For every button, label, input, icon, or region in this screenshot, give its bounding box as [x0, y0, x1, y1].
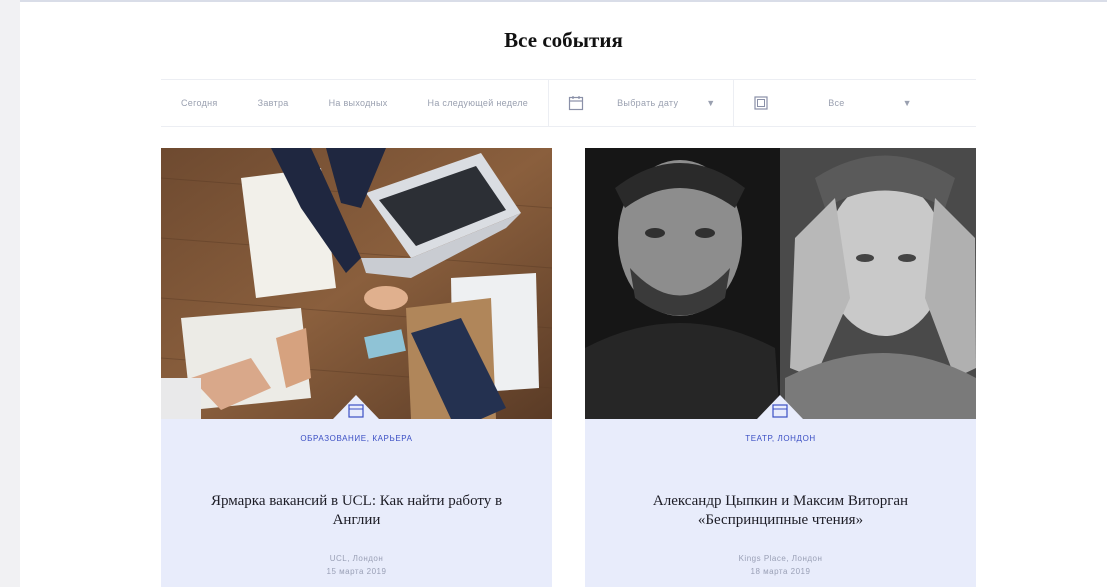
category-select[interactable]: Все ▼ — [734, 80, 929, 126]
page-title: Все события — [504, 28, 623, 52]
filter-weekend[interactable]: На выходных — [309, 98, 408, 108]
page: Все события Сегодня Завтра На выходных Н… — [20, 0, 1107, 587]
calendar-icon — [757, 395, 803, 419]
top-divider — [20, 0, 1107, 2]
event-category: Образование, Карьера — [300, 434, 413, 443]
event-location: Kings Place, Лондон — [738, 554, 823, 563]
filter-bar: Сегодня Завтра На выходных На следующей … — [161, 79, 976, 127]
calendar-icon — [333, 395, 379, 419]
calendar-icon — [567, 94, 585, 112]
event-category: Театр, Лондон — [745, 434, 816, 443]
event-location: UCL, Лондон — [329, 554, 384, 563]
event-meta: UCL, Лондон 15 марта 2019 — [161, 552, 552, 578]
grid-icon — [752, 94, 770, 112]
event-title[interactable]: Александр Цыпкин и Максим Виторган «Бесп… — [615, 492, 946, 530]
date-select[interactable]: Выбрать дату ▼ — [549, 80, 733, 126]
filter-next-week[interactable]: На следующей неделе — [408, 98, 549, 108]
event-date: 15 марта 2019 — [326, 567, 387, 576]
chevron-down-icon: ▼ — [706, 98, 716, 108]
actors-portrait-photo — [585, 148, 976, 419]
event-date: 18 марта 2019 — [750, 567, 811, 576]
event-card[interactable]: Образование, Карьера Ярмарка вакансий в … — [161, 148, 552, 587]
handshake-photo — [161, 148, 552, 419]
event-meta: Kings Place, Лондон 18 марта 2019 — [585, 552, 976, 578]
event-card[interactable]: Театр, Лондон Александр Цыпкин и Максим … — [585, 148, 976, 587]
category-select-value: Все — [828, 98, 845, 108]
date-select-value: Выбрать дату — [617, 98, 679, 108]
event-title[interactable]: Ярмарка вакансий в UCL: Как найти работу… — [191, 492, 522, 530]
filter-tomorrow[interactable]: Завтра — [238, 98, 309, 108]
filter-today[interactable]: Сегодня — [161, 98, 238, 108]
chevron-down-icon: ▼ — [902, 98, 912, 108]
